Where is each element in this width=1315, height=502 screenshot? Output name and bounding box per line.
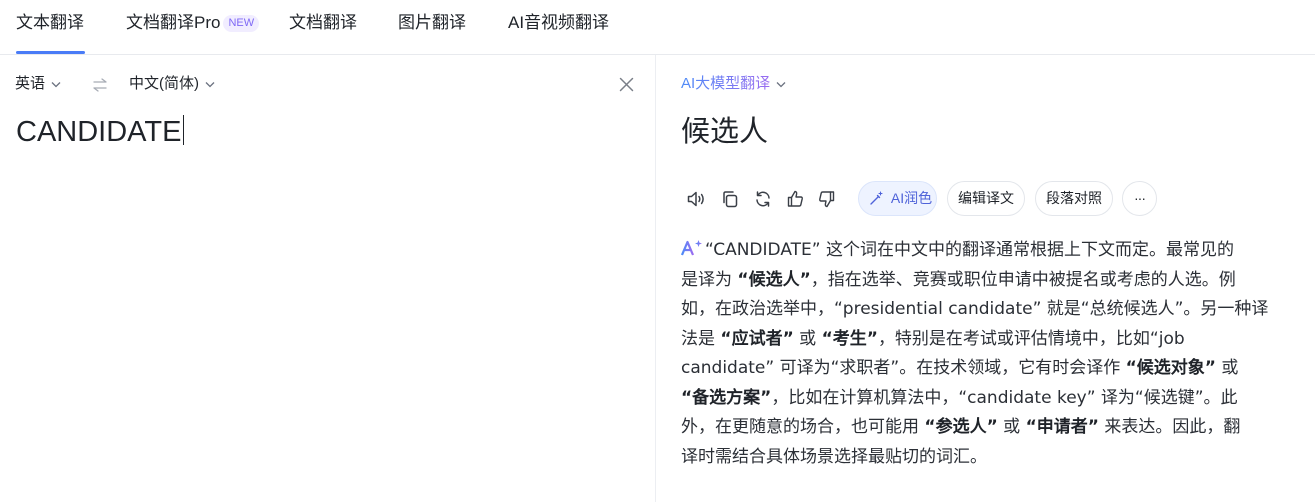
- explanation-line: 译时需结合具体场景选择最贴切的词汇。: [681, 443, 1293, 473]
- tab-av-translation[interactable]: AI音视频翻译: [508, 12, 609, 34]
- thumbs-up-icon[interactable]: [785, 189, 805, 209]
- copy-icon[interactable]: [720, 189, 740, 209]
- explanation-text: 法是: [681, 328, 721, 349]
- explanation-text: candidate” 可译为“求职者”。在技术领域，它有时会译作: [681, 358, 1126, 378]
- chevron-down-icon: [776, 81, 786, 87]
- explanation-line: 外，在更随意的场合，也可能用 “参选人” 或 “申请者” 来表达。因此，翻: [681, 413, 1293, 443]
- explanation-line: 如，在政治选举中，“presidential candidate” 就是“总统候…: [681, 295, 1293, 325]
- source-text: CANDIDATE: [16, 116, 182, 148]
- ai-sparkle-icon: [681, 240, 702, 256]
- speaker-icon[interactable]: [686, 189, 706, 209]
- tab-image-translation[interactable]: 图片翻译: [398, 12, 466, 34]
- highlighted-term: “备选方案”: [681, 387, 772, 408]
- swap-languages-icon[interactable]: [91, 77, 109, 93]
- more-options-button[interactable]: ···: [1122, 181, 1157, 216]
- ai-polish-button[interactable]: AI润色: [858, 181, 937, 216]
- ai-explanation: “CANDIDATE” 这个词在中文中的翻译通常根据上下文而定。最常见的是译为 …: [681, 236, 1293, 472]
- translation-result: 候选人: [681, 116, 769, 148]
- close-icon[interactable]: [618, 76, 635, 93]
- explanation-text: 是译为: [681, 269, 738, 290]
- target-language-select[interactable]: 中文(简体): [129, 74, 215, 94]
- tab-document-translation-pro[interactable]: 文档翻译Pro NEW: [126, 12, 260, 34]
- ai-polish-label: AI润色: [890, 190, 933, 206]
- paragraph-compare-button[interactable]: 段落对照: [1035, 181, 1113, 216]
- source-language-select[interactable]: 英语: [15, 74, 61, 94]
- chevron-down-icon: [51, 81, 61, 87]
- chevron-down-icon: [205, 81, 215, 87]
- source-text-input[interactable]: CANDIDATE: [16, 113, 185, 151]
- edit-translation-label: 编辑译文: [958, 190, 1014, 206]
- refresh-icon[interactable]: [753, 189, 773, 209]
- tab-text-translation[interactable]: 文本翻译: [16, 12, 84, 34]
- translation-mode-tabs: 文本翻译 文档翻译Pro NEW 文档翻译 图片翻译 AI音视频翻译: [0, 0, 1315, 55]
- text-caret: [183, 115, 185, 145]
- active-tab-indicator: [16, 51, 85, 54]
- source-language-label: 英语: [15, 75, 46, 92]
- explanation-text: “CANDIDATE” 这个词在中文中的翻译通常根据上下文而定。最常见的: [705, 240, 1234, 260]
- highlighted-term: “应试者”: [720, 328, 794, 349]
- explanation-line: candidate” 可译为“求职者”。在技术领域，它有时会译作 “候选对象” …: [681, 354, 1293, 384]
- edit-translation-button[interactable]: 编辑译文: [947, 181, 1025, 216]
- more-icon: ···: [1134, 190, 1146, 206]
- explanation-text: 或: [1215, 358, 1239, 378]
- engine-label: AI大模型翻译: [681, 75, 771, 92]
- thumbs-down-icon[interactable]: [817, 189, 837, 209]
- highlighted-term: “候选人”: [737, 269, 811, 290]
- highlighted-term: “参选人”: [924, 417, 998, 437]
- explanation-lines: “CANDIDATE” 这个词在中文中的翻译通常根据上下文而定。最常见的是译为 …: [681, 236, 1293, 472]
- explanation-text: ，比如在计算机算法中，“candidate key” 译为“候选键”。此: [771, 387, 1238, 408]
- explanation-text: 外，在更随意的场合，也可能用: [681, 417, 925, 437]
- explanation-text: 或: [793, 328, 822, 349]
- explanation-text: 如，在政治选举中，“presidential candidate” 就是“总统候…: [681, 299, 1269, 319]
- explanation-text: ，特别是在考试或评估情境中，比如“job: [877, 328, 1185, 349]
- pane-divider: [655, 55, 656, 502]
- highlighted-term: “候选对象”: [1125, 358, 1216, 378]
- engine-select[interactable]: AI大模型翻译: [681, 74, 786, 94]
- highlighted-term: “申请者”: [1025, 417, 1099, 437]
- explanation-text: 译时需结合具体场景选择最贴切的词汇。: [681, 446, 987, 467]
- target-language-label: 中文(简体): [129, 75, 199, 92]
- magic-wand-icon: [870, 191, 883, 205]
- explanation-line: 是译为 “候选人”，指在选举、竞赛或职位申请中被提名或考虑的人选。例: [681, 266, 1293, 296]
- explanation-line: “备选方案”，比如在计算机算法中，“candidate key” 译为“候选键”…: [681, 384, 1293, 414]
- paragraph-compare-label: 段落对照: [1046, 190, 1102, 206]
- highlighted-term: “考生”: [821, 328, 878, 349]
- explanation-line: 法是 “应试者” 或 “考生”，特别是在考试或评估情境中，比如“job: [681, 325, 1293, 355]
- explanation-line: “CANDIDATE” 这个词在中文中的翻译通常根据上下文而定。最常见的: [681, 236, 1293, 266]
- explanation-text: 或: [997, 417, 1026, 437]
- tab-document-translation[interactable]: 文档翻译: [289, 12, 357, 34]
- explanation-text: ，指在选举、竞赛或职位申请中被提名或考虑的人选。例: [810, 269, 1236, 290]
- explanation-text: 来表达。因此，翻: [1098, 417, 1241, 437]
- tab-label: 文档翻译Pro: [126, 13, 221, 32]
- new-badge: NEW: [223, 15, 260, 32]
